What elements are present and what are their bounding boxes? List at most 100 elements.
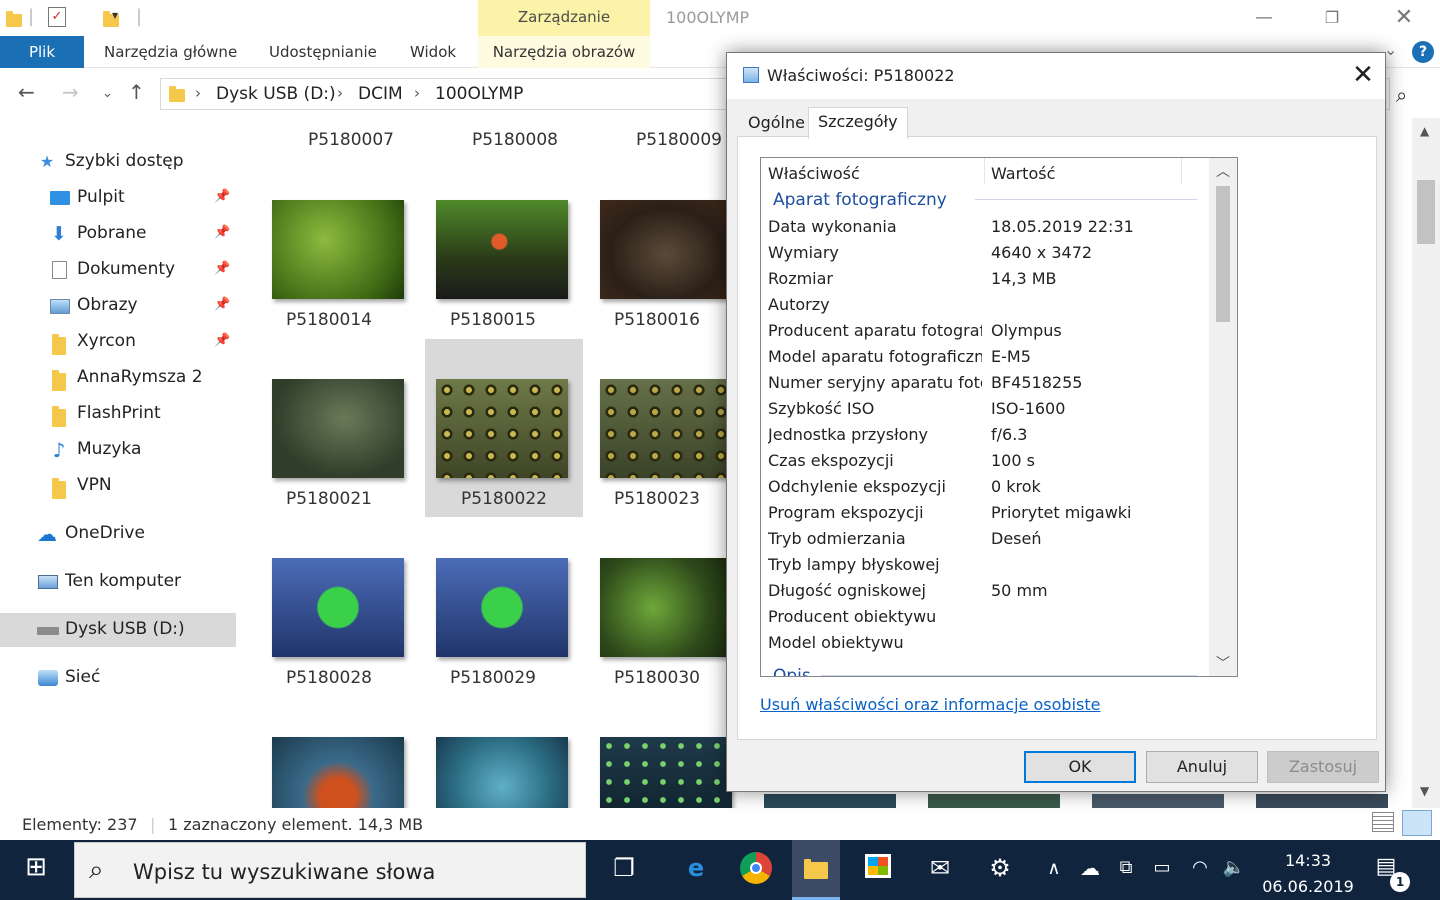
tab-home[interactable]: Narzędzia główne — [92, 36, 249, 68]
property-row[interactable]: Tryb lampy błyskowej — [761, 552, 1207, 578]
large-icons-view-icon[interactable] — [1402, 810, 1432, 836]
search-icon[interactable]: ⌕ — [1396, 83, 1407, 107]
sidebar-item-xyrcon[interactable]: Xyrcon 📌 — [0, 325, 236, 359]
file-item[interactable]: P5180023 — [578, 339, 736, 517]
column-divider[interactable] — [1181, 158, 1182, 184]
file-item[interactable]: P5180021 — [250, 339, 408, 517]
property-row[interactable]: Autorzy — [761, 292, 1207, 318]
file-item[interactable]: P5180030 — [578, 518, 736, 696]
sidebar-item-quick-access[interactable]: ★ Szybki dostęp — [0, 145, 236, 179]
property-row[interactable]: Rozmiar 14,3 MB — [761, 266, 1207, 292]
pin-icon[interactable]: 📌 — [214, 225, 230, 240]
tray-app-icon[interactable]: ⧉ — [1106, 857, 1146, 878]
sidebar-item-music[interactable]: ♪ Muzyka — [0, 433, 236, 467]
sidebar-item-desktop[interactable]: Pulpit 📌 — [0, 181, 236, 215]
show-hidden-icons-icon[interactable]: ∧ — [1034, 858, 1074, 879]
property-row[interactable]: Szybkość ISO ISO-1600 — [761, 396, 1207, 422]
pin-icon[interactable]: 📌 — [214, 189, 230, 204]
folder-icon[interactable] — [6, 11, 22, 27]
scrollbar-thumb[interactable] — [1216, 186, 1230, 322]
edge-browser-icon[interactable]: e — [676, 854, 716, 882]
sidebar-item-usb-drive[interactable]: Dysk USB (D:) — [0, 613, 236, 647]
battery-icon[interactable]: ▭ — [1142, 857, 1182, 878]
chevron-down-icon[interactable]: ⌄ — [1384, 40, 1397, 59]
property-row[interactable]: Data wykonania 18.05.2019 22:31 — [761, 214, 1207, 240]
property-row[interactable]: Czas ekspozycji 100 s — [761, 448, 1207, 474]
property-row[interactable]: Długość ogniskowej 50 mm — [761, 578, 1207, 604]
chevron-right-icon[interactable]: › — [337, 84, 343, 102]
close-icon[interactable]: ✕ — [1345, 61, 1381, 91]
close-icon[interactable]: ✕ — [1384, 4, 1424, 32]
content-scrollbar[interactable]: ▲ ▼ — [1412, 118, 1440, 808]
property-row[interactable]: Program ekspozycji Priorytet migawki — [761, 500, 1207, 526]
column-header-value[interactable]: Wartość — [991, 164, 1055, 183]
minimize-icon[interactable]: — — [1244, 4, 1284, 32]
pin-icon[interactable]: 📌 — [214, 297, 230, 312]
cancel-button[interactable]: Anuluj — [1146, 751, 1258, 783]
pin-icon[interactable]: 📌 — [214, 333, 230, 348]
remove-properties-link[interactable]: Usuń właściwości oraz informacje osobist… — [760, 695, 1100, 714]
property-list[interactable]: Właściwość Wartość Aparat fotograficzny … — [760, 157, 1238, 677]
column-divider[interactable] — [984, 158, 985, 184]
tab-general[interactable]: Ogólne — [739, 109, 814, 137]
property-row[interactable]: Producent obiektywu — [761, 604, 1207, 630]
forward-arrow-icon[interactable]: → — [62, 80, 79, 104]
pin-icon[interactable]: 📌 — [214, 261, 230, 276]
up-arrow-icon[interactable]: ↑ — [128, 80, 145, 104]
chrome-icon[interactable] — [736, 852, 776, 892]
property-row[interactable]: Producent aparatu fotografi... Olympus — [761, 318, 1207, 344]
sidebar-item-onedrive[interactable]: ☁ OneDrive — [0, 517, 236, 551]
chevron-right-icon[interactable]: › — [195, 84, 201, 102]
tab-share[interactable]: Udostępnianie — [257, 36, 389, 68]
file-explorer-taskbar-button[interactable] — [792, 840, 840, 900]
file-item[interactable]: P5180008 — [436, 118, 594, 158]
property-row[interactable]: Odchylenie ekspozycji 0 krok — [761, 474, 1207, 500]
mail-icon[interactable]: ✉ — [920, 854, 960, 882]
scroll-up-icon[interactable]: ︿ — [1209, 160, 1237, 184]
tab-view[interactable]: Widok — [398, 36, 468, 68]
volume-icon[interactable]: 🔈 — [1214, 857, 1254, 878]
scroll-down-icon[interactable]: ﹀ — [1209, 652, 1237, 676]
property-row[interactable]: Jednostka przysłony f/6.3 — [761, 422, 1207, 448]
column-header-property[interactable]: Właściwość — [768, 164, 860, 183]
details-view-icon[interactable] — [1372, 812, 1394, 832]
scroll-up-icon[interactable]: ▲ — [1420, 124, 1429, 138]
store-icon[interactable] — [858, 854, 898, 884]
sidebar-item-downloads[interactable]: ⬇ Pobrane 📌 — [0, 217, 236, 251]
sidebar-item-this-pc[interactable]: Ten komputer — [0, 565, 236, 599]
task-view-icon[interactable]: ❐ — [604, 854, 644, 882]
file-item[interactable]: P5180028 — [250, 518, 408, 696]
sidebar-item-documents[interactable]: Dokumenty 📌 — [0, 253, 236, 287]
restore-icon[interactable]: ❐ — [1312, 4, 1352, 32]
file-item[interactable] — [578, 697, 736, 808]
file-item-selected[interactable]: P5180022 — [425, 339, 583, 517]
chevron-right-icon[interactable]: › — [414, 84, 420, 102]
tab-picture-tools[interactable]: Narzędzia obrazów — [478, 36, 650, 68]
file-item[interactable]: P5180007 — [272, 118, 430, 158]
tab-details[interactable]: Szczegóły — [808, 107, 908, 139]
scrollbar-thumb[interactable] — [1417, 180, 1435, 244]
recent-locations-icon[interactable]: ⌄ — [102, 86, 113, 101]
sidebar-item-vpn[interactable]: VPN — [0, 469, 236, 503]
breadcrumb-dcim[interactable]: DCIM — [358, 84, 403, 104]
file-item[interactable]: P5180015 — [414, 160, 572, 338]
taskbar-search-box[interactable]: ⌕ Wpisz tu wyszukiwane słowa — [74, 842, 586, 898]
system-clock[interactable]: 14:33 06.06.2019 — [1262, 848, 1354, 900]
property-row[interactable]: Numer seryjny aparatu foto... BF4518255 — [761, 370, 1207, 396]
file-item[interactable]: P5180016 — [578, 160, 736, 338]
windows-start-icon[interactable]: ⊞ — [16, 852, 56, 882]
sidebar-item-pictures[interactable]: Obrazy 📌 — [0, 289, 236, 323]
property-row[interactable]: Model aparatu fotograficznego E-M5 — [761, 344, 1207, 370]
property-row[interactable]: Tryb odmierzania Deseń — [761, 526, 1207, 552]
sidebar-item-annarymsza[interactable]: AnnaRymsza 2 — [0, 361, 236, 395]
breadcrumb-folder[interactable]: 100OLYMP — [435, 84, 523, 104]
property-list-scrollbar[interactable]: ︿ ﹀ — [1209, 158, 1237, 676]
back-arrow-icon[interactable]: ← — [18, 80, 35, 104]
sidebar-item-network[interactable]: Sieć — [0, 661, 236, 695]
file-item[interactable] — [250, 697, 408, 808]
settings-gear-icon[interactable]: ⚙ — [980, 854, 1020, 882]
help-icon[interactable]: ? — [1412, 41, 1434, 63]
context-tab-manage[interactable]: Zarządzanie — [478, 0, 650, 36]
ok-button[interactable]: OK — [1024, 751, 1136, 783]
sidebar-item-flashprint[interactable]: FlashPrint — [0, 397, 236, 431]
